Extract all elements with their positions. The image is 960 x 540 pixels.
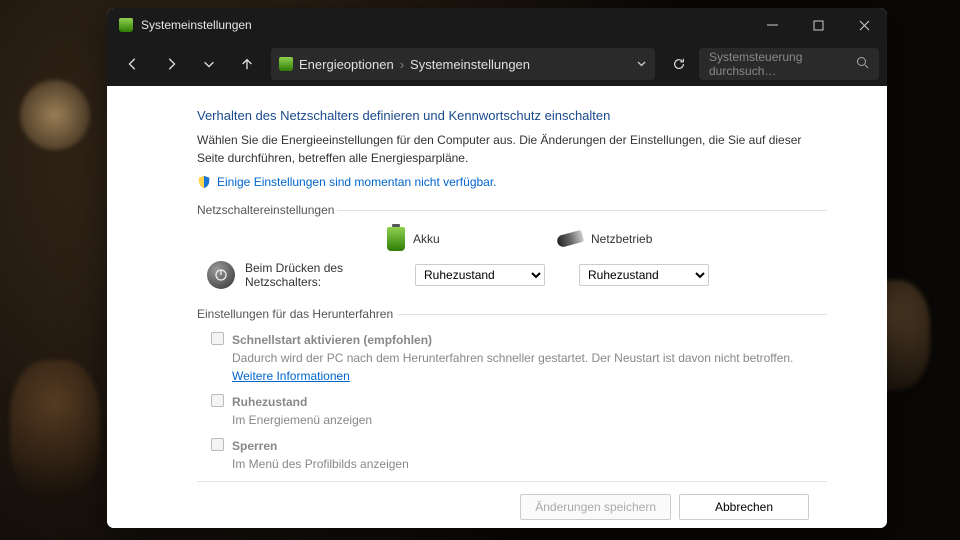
section-shutdown: Einstellungen für das Herunterfahren (197, 307, 827, 321)
section-power-button: Netzschaltereinstellungen (197, 203, 827, 217)
column-plugged-label: Netzbetrieb (591, 232, 652, 246)
search-icon (856, 56, 869, 72)
app-icon (119, 18, 133, 32)
footer: Änderungen speichern Abbrechen (197, 481, 827, 528)
refresh-button[interactable] (661, 48, 697, 80)
minimize-button[interactable] (749, 8, 795, 42)
settings-window: Systemeinstellungen Energieoptionen › Sy… (107, 8, 887, 528)
option-fast-startup: Schnellstart aktivieren (empfohlen) Dadu… (211, 331, 827, 385)
intro-text: Wählen Sie die Energieeinstellungen für … (197, 131, 827, 167)
power-button-plugged-select[interactable]: Ruhezustand (579, 264, 709, 286)
admin-link-text[interactable]: Einige Einstellungen sind momentan nicht… (217, 175, 497, 189)
option-desc: Im Energiemenü anzeigen (232, 413, 372, 427)
checkbox-fast-startup (211, 332, 224, 345)
nav-up-button[interactable] (229, 48, 265, 80)
nav-recent-button[interactable] (191, 48, 227, 80)
close-button[interactable] (841, 8, 887, 42)
titlebar: Systemeinstellungen (107, 8, 887, 42)
checkbox-hibernate (211, 394, 224, 407)
chevron-down-icon[interactable] (636, 57, 647, 72)
option-title: Sperren (232, 439, 277, 453)
content-area: Verhalten des Netzschalters definieren u… (107, 86, 887, 528)
column-plugged: Netzbetrieb (557, 232, 697, 246)
window-title: Systemeinstellungen (141, 18, 252, 32)
save-button: Änderungen speichern (520, 494, 671, 520)
option-title: Ruhezustand (232, 395, 307, 409)
maximize-button[interactable] (795, 8, 841, 42)
more-info-link[interactable]: Weitere Informationen (232, 369, 350, 383)
admin-link[interactable]: Einige Einstellungen sind momentan nicht… (197, 175, 827, 189)
power-button-battery-select[interactable]: Ruhezustand (415, 264, 545, 286)
breadcrumb-item[interactable]: Energieoptionen (299, 57, 394, 72)
shield-icon (197, 175, 211, 189)
power-button-label: Beim Drücken des Netzschalters: (245, 261, 405, 289)
cancel-button[interactable]: Abbrechen (679, 494, 809, 520)
battery-icon (387, 227, 405, 251)
column-battery-label: Akku (413, 232, 440, 246)
nav-back-button[interactable] (115, 48, 151, 80)
nav-forward-button[interactable] (153, 48, 189, 80)
option-desc: Im Menü des Profilbilds anzeigen (232, 457, 409, 471)
option-hibernate: Ruhezustand Im Energiemenü anzeigen (211, 393, 827, 429)
address-icon (279, 57, 293, 71)
checkbox-lock (211, 438, 224, 451)
toolbar: Energieoptionen › Systemeinstellungen Sy… (107, 42, 887, 86)
address-bar[interactable]: Energieoptionen › Systemeinstellungen (271, 48, 655, 80)
power-button-icon (207, 261, 235, 289)
page-title: Verhalten des Netzschalters definieren u… (197, 108, 827, 123)
search-input[interactable]: Systemsteuerung durchsuch… (699, 48, 879, 80)
column-battery: Akku (387, 227, 527, 251)
option-lock: Sperren Im Menü des Profilbilds anzeigen (211, 437, 827, 473)
option-title: Schnellstart aktivieren (empfohlen) (232, 333, 432, 347)
option-desc: Dadurch wird der PC nach dem Herunterfah… (232, 351, 793, 365)
plug-icon (556, 230, 584, 248)
breadcrumb-item[interactable]: Systemeinstellungen (410, 57, 530, 72)
search-placeholder: Systemsteuerung durchsuch… (709, 50, 856, 78)
chevron-right-icon: › (400, 57, 404, 72)
